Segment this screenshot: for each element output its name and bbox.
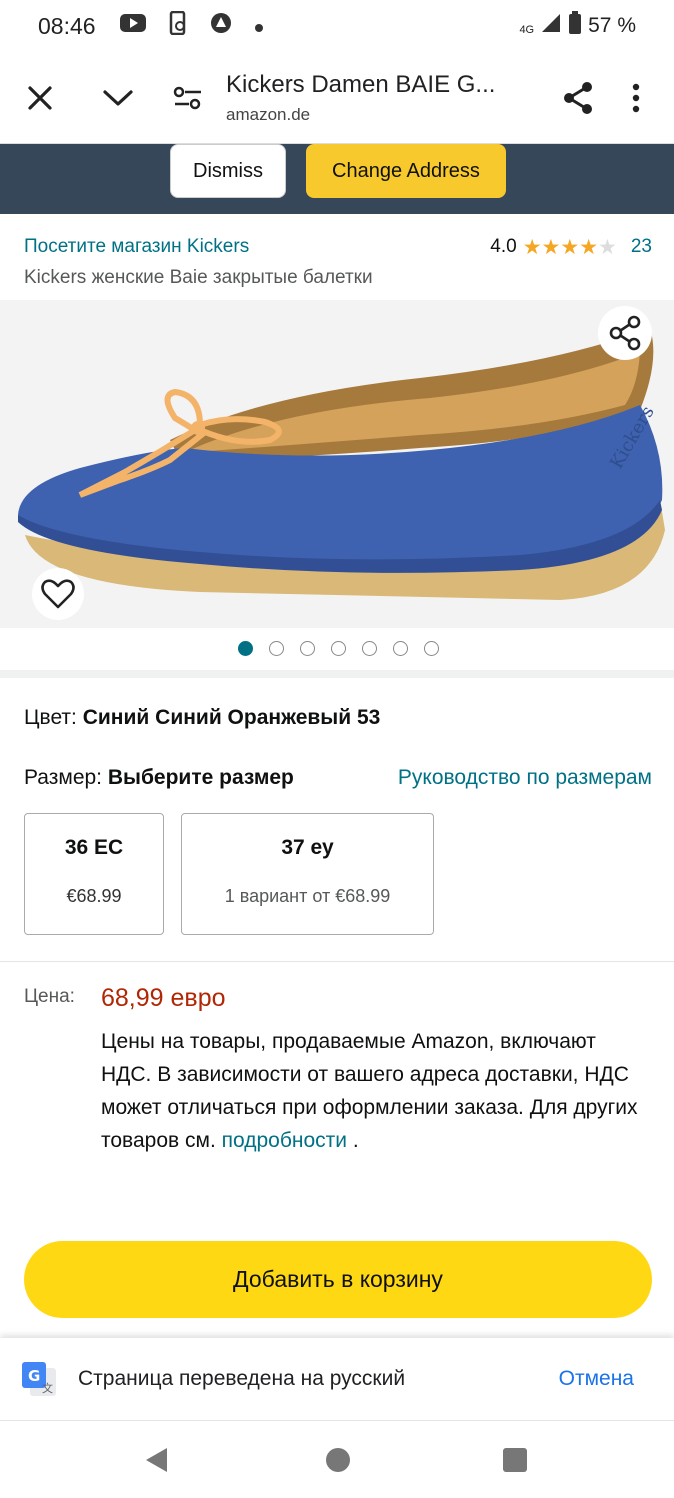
- share-button[interactable]: [552, 72, 604, 124]
- phone-sync-icon: [168, 10, 188, 41]
- system-nav-bar: [0, 1420, 674, 1498]
- svg-text:文: 文: [42, 1381, 53, 1395]
- product-image[interactable]: Kickers: [0, 300, 674, 628]
- add-to-cart-button[interactable]: Добавить в корзину: [24, 1241, 652, 1318]
- rating-count[interactable]: 23: [631, 236, 652, 258]
- size-option-title: 37 еу: [281, 836, 334, 859]
- color-value: Синий Синий Оранжевый 53: [82, 706, 381, 729]
- size-guide-link[interactable]: Руководство по размерам: [398, 766, 652, 790]
- close-icon: [28, 85, 52, 110]
- price-note-text: Цены на товары, продаваемые Amazon, вклю…: [101, 1030, 638, 1152]
- svg-text:G: G: [28, 1367, 40, 1385]
- dismiss-button[interactable]: Dismiss: [170, 144, 286, 198]
- page-domain: amazon.de: [226, 104, 311, 124]
- image-carousel-dots: [238, 641, 439, 656]
- image-share-button[interactable]: [598, 306, 652, 360]
- product-subtitle: Kickers женские Baie закрытые балетки: [24, 267, 373, 288]
- status-time: 08:46: [38, 12, 96, 39]
- page-title: Kickers Damen BAIE G...: [226, 70, 496, 98]
- carousel-dot[interactable]: [269, 641, 284, 656]
- rating-value: 4.0: [490, 236, 517, 257]
- size-value: Выберите размер: [107, 766, 294, 789]
- more-vert-icon: [632, 83, 640, 112]
- price-label: Цена:: [24, 986, 75, 1007]
- battery-icon: [568, 11, 582, 41]
- carousel-dot[interactable]: [362, 641, 377, 656]
- tune-icon: [173, 86, 201, 109]
- shoe-image: Kickers: [18, 328, 665, 600]
- star-icon: ★: [579, 235, 599, 259]
- size-option-37[interactable]: 37 еу 1 вариант от €68.99: [181, 813, 434, 935]
- carousel-dot[interactable]: [300, 641, 315, 656]
- carousel-dot[interactable]: [393, 641, 408, 656]
- home-icon[interactable]: [326, 1448, 350, 1472]
- size-row: Размер: Выберите размер Руководство по р…: [24, 766, 652, 790]
- size-option-36[interactable]: 36 EC €68.99: [24, 813, 164, 935]
- status-bar: 08:46 4G 57 %: [0, 0, 674, 52]
- back-icon[interactable]: [145, 1447, 169, 1473]
- dot-icon: [254, 13, 264, 39]
- chevron-down-icon: [103, 89, 133, 106]
- share-icon: [609, 315, 641, 351]
- site-settings-button[interactable]: [162, 72, 214, 124]
- translate-bar: G 文 Страница переведена на русский Отмен…: [0, 1338, 674, 1420]
- store-link[interactable]: Посетите магазин Kickers: [24, 236, 249, 258]
- size-option-title: 36 EC: [64, 836, 124, 859]
- close-button[interactable]: [14, 72, 66, 124]
- browser-toolbar: Kickers Damen BAIE G... amazon.de: [0, 52, 674, 144]
- translate-message: Страница переведена на русский: [78, 1367, 406, 1390]
- youtube-icon: [119, 13, 146, 39]
- size-option-price: 1 вариант от €68.99: [224, 886, 391, 906]
- details-link[interactable]: подробности: [222, 1129, 347, 1152]
- vpn-icon: [210, 12, 232, 40]
- signal-icon: [540, 12, 562, 40]
- store-row: Посетите магазин Kickers 4.0 ★ ★ ★ ★ ★ 2…: [24, 236, 652, 258]
- color-row: Цвет: Синий Синий Оранжевый 53: [24, 706, 380, 730]
- carousel-dot[interactable]: [424, 641, 439, 656]
- wishlist-button[interactable]: [32, 568, 84, 620]
- share-icon: [564, 81, 592, 114]
- price-note-end: .: [352, 1129, 359, 1152]
- rating[interactable]: 4.0 ★ ★ ★ ★ ★ 23: [490, 236, 652, 258]
- rating-stars: ★ ★ ★ ★ ★: [523, 237, 617, 258]
- network-type: 4G: [519, 24, 535, 36]
- translate-cancel-button[interactable]: Отмена: [559, 1367, 634, 1391]
- star-empty-icon: ★: [598, 235, 617, 259]
- section-separator: [0, 670, 674, 678]
- divider: [0, 961, 674, 962]
- minimize-button[interactable]: [92, 72, 144, 124]
- size-label: Размер:: [24, 766, 103, 789]
- color-label: Цвет:: [24, 706, 77, 729]
- carousel-dot-active[interactable]: [238, 641, 253, 656]
- price-value: 68,99 евро: [101, 984, 226, 1012]
- google-translate-icon: G 文: [22, 1362, 56, 1396]
- price-note: Цены на товары, продаваемые Amazon, вклю…: [101, 1025, 646, 1157]
- size-option-price: €68.99: [66, 886, 122, 906]
- star-icon: ★: [541, 235, 561, 259]
- heart-icon: [41, 579, 75, 609]
- carousel-dot[interactable]: [331, 641, 346, 656]
- page-title-area[interactable]: Kickers Damen BAIE G... amazon.de: [226, 71, 552, 125]
- address-banner: Dismiss Change Address: [0, 144, 674, 214]
- star-icon: ★: [560, 235, 580, 259]
- recent-apps-icon[interactable]: [503, 1448, 527, 1472]
- more-options-button[interactable]: [610, 72, 662, 124]
- battery-percent: 57 %: [588, 14, 636, 37]
- change-address-button[interactable]: Change Address: [306, 144, 506, 198]
- star-icon: ★: [522, 235, 542, 259]
